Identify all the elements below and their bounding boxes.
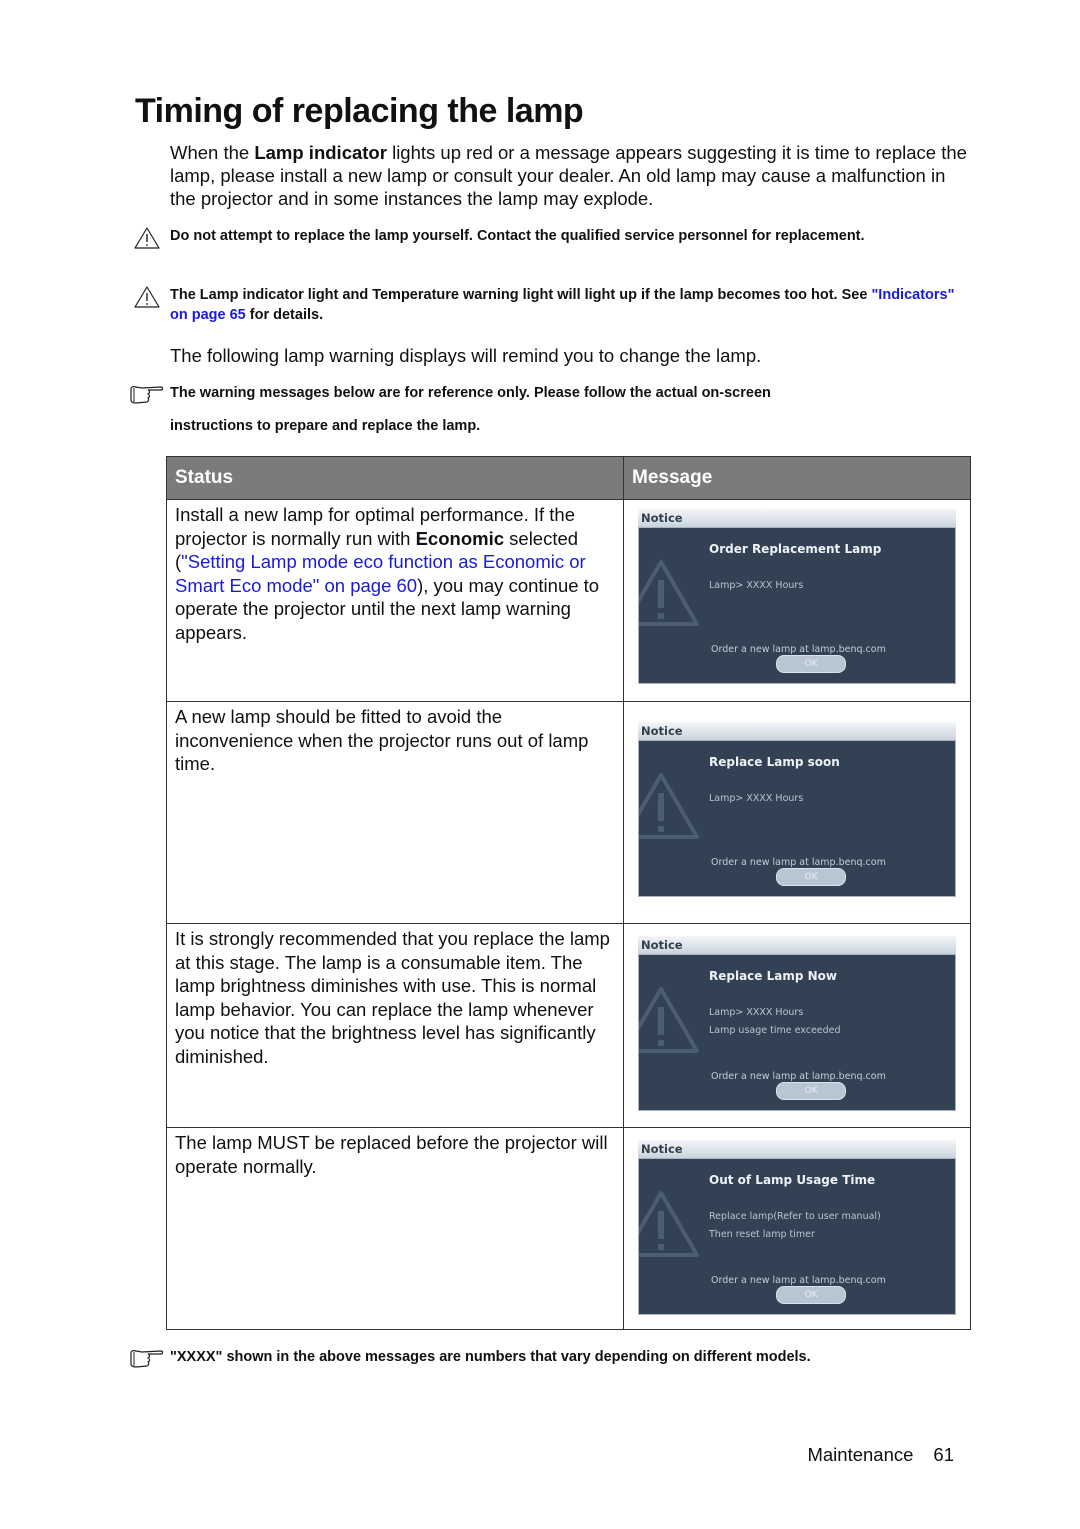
warning-text-end: for details. <box>245 307 324 323</box>
message-header: Message <box>623 456 971 500</box>
notice-title-bar: Notice <box>638 936 956 954</box>
ok-button[interactable]: OK <box>776 655 846 673</box>
notice-line-2: Then reset lamp timer <box>709 1229 815 1240</box>
table-row: A new lamp should be fitted to avoid the… <box>166 701 971 924</box>
warning-triangle-icon <box>639 773 699 839</box>
warning-text: The Lamp indicator light and Temperature… <box>170 287 872 303</box>
status-cell: The lamp MUST be replaced before the pro… <box>166 1127 624 1330</box>
ok-button[interactable]: OK <box>776 1082 846 1100</box>
notice-heading: Order Replacement Lamp <box>709 542 882 556</box>
message-cell: Notice Order Replacement Lamp Lamp> XXXX… <box>623 499 971 702</box>
notice-heading: Out of Lamp Usage Time <box>709 1173 876 1187</box>
intro-text: When the <box>170 142 255 163</box>
warning-triangle-icon <box>639 1191 699 1257</box>
notice-body: Out of Lamp Usage Time Replace lamp(Refe… <box>638 1158 956 1315</box>
notice-dialog: Notice Replace Lamp Now Lamp> XXXX Hours… <box>638 936 956 1111</box>
page-number: 61 <box>933 1444 954 1465</box>
notice-title-bar: Notice <box>638 509 956 527</box>
xxxx-note-text: "XXXX" shown in the above messages are n… <box>170 1349 811 1365</box>
notice-body: Replace Lamp Now Lamp> XXXX Hours Lamp u… <box>638 954 956 1111</box>
ok-button[interactable]: OK <box>776 868 846 886</box>
warning-triangle-icon <box>134 227 160 249</box>
reference-line-1: The warning messages below are for refer… <box>170 385 771 401</box>
table-row: The lamp MUST be replaced before the pro… <box>166 1127 971 1330</box>
notice-title-bar: Notice <box>638 722 956 740</box>
notice-line-2: Lamp usage time exceeded <box>709 1025 841 1036</box>
warning-triangle-icon <box>639 987 699 1053</box>
message-cell: Notice Replace Lamp Now Lamp> XXXX Hours… <box>623 923 971 1128</box>
warning-text: Do not attempt to replace the lamp yours… <box>170 228 865 244</box>
message-cell: Notice Out of Lamp Usage Time Replace la… <box>623 1127 971 1330</box>
table-header-row: Status Message <box>166 456 971 500</box>
table-row: Install a new lamp for optimal performan… <box>166 499 971 702</box>
economic-term: Economic <box>415 527 505 549</box>
intro-paragraph: When the Lamp indicator lights up red or… <box>170 141 970 210</box>
footer-section: Maintenance <box>807 1444 914 1465</box>
xxxx-note: "XXXX" shown in the above messages are n… <box>128 1347 968 1371</box>
notice-dialog: Notice Replace Lamp soon Lamp> XXXX Hour… <box>638 722 956 897</box>
page-footer: Maintenance 61 <box>807 1444 954 1466</box>
notice-dialog: Notice Order Replacement Lamp Lamp> XXXX… <box>638 509 956 684</box>
warning-triangle-icon <box>134 286 160 308</box>
notice-title-bar: Notice <box>638 1140 956 1158</box>
warning-note-1: Do not attempt to replace the lamp yours… <box>128 226 968 270</box>
notice-body: Order Replacement Lamp Lamp> XXXX Hours … <box>638 527 956 684</box>
lamp-indicator-term: Lamp indicator <box>254 142 387 163</box>
notice-body: Replace Lamp soon Lamp> XXXX Hours Order… <box>638 740 956 897</box>
notice-dialog: Notice Out of Lamp Usage Time Replace la… <box>638 1140 956 1315</box>
pointing-hand-icon <box>130 1350 164 1368</box>
notice-heading: Replace Lamp Now <box>709 969 837 983</box>
following-text: The following lamp warning displays will… <box>170 345 762 366</box>
status-cell: It is strongly recommended that you repl… <box>166 923 624 1128</box>
reference-line-2: instructions to prepare and replace the … <box>170 418 481 434</box>
status-cell: A new lamp should be fitted to avoid the… <box>166 701 624 924</box>
status-header: Status <box>166 456 624 500</box>
status-cell: Install a new lamp for optimal performan… <box>166 499 624 702</box>
lamp-warning-table: Status Message Install a new lamp for op… <box>166 456 971 1330</box>
pointing-hand-icon <box>130 386 164 404</box>
ok-button[interactable]: OK <box>776 1286 846 1304</box>
warning-note-2: The Lamp indicator light and Temperature… <box>128 285 968 329</box>
message-cell: Notice Replace Lamp soon Lamp> XXXX Hour… <box>623 701 971 924</box>
notice-heading: Replace Lamp soon <box>709 755 840 769</box>
reference-note: The warning messages below are for refer… <box>128 383 968 439</box>
page-title: Timing of replacing the lamp <box>135 92 584 130</box>
warning-triangle-icon <box>639 560 699 626</box>
notice-line-1: Lamp> XXXX Hours <box>709 580 804 591</box>
table-row: It is strongly recommended that you repl… <box>166 923 971 1128</box>
notice-line-1: Lamp> XXXX Hours <box>709 793 804 804</box>
